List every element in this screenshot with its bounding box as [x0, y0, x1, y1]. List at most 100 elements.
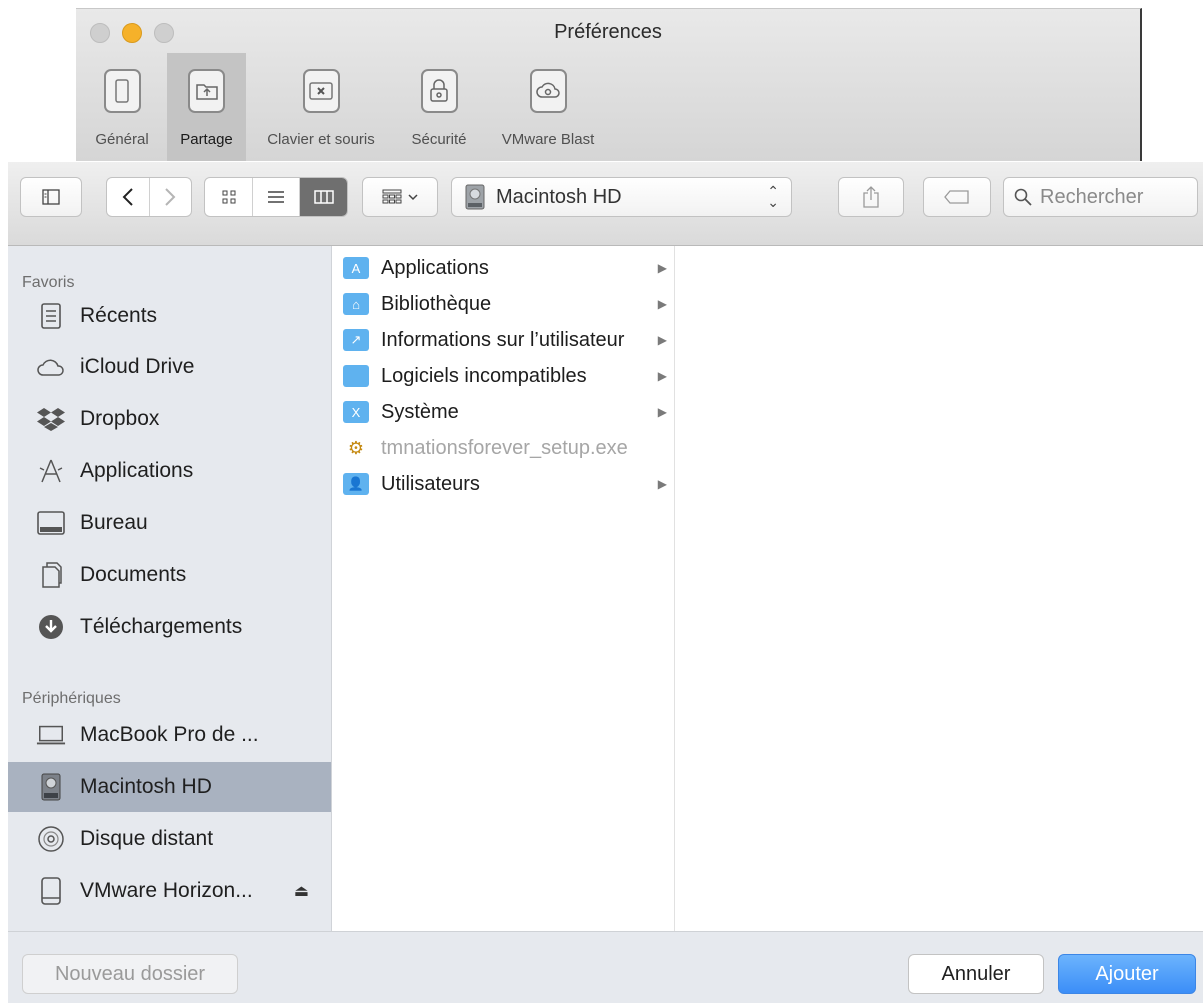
- chevron-right-icon: [165, 188, 176, 206]
- phone-icon: [103, 69, 141, 113]
- gear-icon: ⚙: [347, 437, 365, 458]
- library-folder-icon: ⌂: [343, 293, 369, 315]
- sidebar-item-documents[interactable]: Documents: [8, 550, 331, 600]
- icon-view-button[interactable]: [205, 178, 253, 216]
- cancel-button[interactable]: Annuler: [908, 954, 1044, 994]
- sidebar-item-macbook[interactable]: MacBook Pro de ...: [8, 710, 331, 760]
- folder-icon: [343, 365, 369, 387]
- sidebar-item-remote-disc[interactable]: Disque distant: [8, 814, 331, 864]
- list-item[interactable]: Logiciels incompatibles ▶: [333, 358, 675, 394]
- hard-drive-icon: [465, 184, 485, 210]
- tab-label: Général: [95, 131, 149, 148]
- search-field[interactable]: Rechercher: [1003, 177, 1198, 217]
- sidebar-item-vmware-horizon[interactable]: VMware Horizon... ⏏: [8, 866, 331, 916]
- sidebar-item-label: Disque distant: [80, 827, 214, 850]
- column-view-button[interactable]: [300, 178, 347, 216]
- sidebar-item-macintosh-hd[interactable]: Macintosh HD: [8, 762, 331, 812]
- sidebar-item-label: Macintosh HD: [80, 775, 212, 798]
- grid-icon: [222, 190, 235, 204]
- download-icon: [36, 612, 66, 642]
- list-item[interactable]: X Système ▶: [333, 394, 675, 430]
- chevron-left-icon: [122, 188, 133, 206]
- hard-drive-icon: [36, 772, 66, 802]
- tab-label: Partage: [180, 131, 233, 148]
- sidebar-item-label: Récents: [80, 304, 158, 327]
- sidebar-item-label: Bureau: [80, 511, 148, 534]
- updown-arrows-icon: ⌃ ⌄: [767, 183, 779, 210]
- back-button[interactable]: [107, 178, 150, 216]
- disclosure-arrow-icon: ▶: [657, 333, 667, 347]
- sidebar-item-dropbox[interactable]: Dropbox: [8, 394, 331, 444]
- empty-column: [676, 246, 1203, 931]
- sidebar-icon: [42, 189, 60, 205]
- sidebar-item-label: MacBook Pro de ...: [80, 723, 259, 746]
- sidebar-item-applications[interactable]: Applications: [8, 446, 331, 496]
- tab-keyboard-mouse[interactable]: Clavier et souris: [252, 53, 390, 161]
- location-label: Macintosh HD: [496, 185, 622, 208]
- disclosure-arrow-icon: ▶: [657, 369, 667, 383]
- sidebar-toggle-button[interactable]: [20, 177, 82, 217]
- sidebar-item-label: Applications: [80, 459, 194, 482]
- cloud-icon: [529, 69, 567, 113]
- new-folder-button[interactable]: Nouveau dossier: [22, 954, 238, 994]
- file-name: Bibliothèque: [381, 292, 492, 315]
- disclosure-arrow-icon: ▶: [657, 261, 667, 275]
- alias-folder-icon: ↗: [343, 329, 369, 351]
- tab-general[interactable]: Général: [82, 53, 162, 161]
- forward-button[interactable]: [150, 178, 192, 216]
- location-popup[interactable]: Macintosh HD ⌃ ⌄: [451, 177, 792, 217]
- file-column: A Applications ▶ ⌂ Bibliothèque ▶ ↗ Info…: [333, 246, 675, 931]
- sidebar-item-label: iCloud Drive: [80, 355, 195, 378]
- add-button[interactable]: Ajouter: [1058, 954, 1196, 994]
- sidebar-item-label: VMware Horizon...: [80, 879, 253, 902]
- applications-folder-icon: A: [343, 257, 369, 279]
- file-name: Informations sur l’utilisateur: [381, 328, 625, 351]
- sidebar-item-label: Dropbox: [80, 407, 160, 430]
- tab-sharing[interactable]: Partage: [167, 53, 246, 161]
- file-name: Applications: [381, 256, 489, 279]
- cloud-icon: [36, 352, 66, 382]
- nav-buttons: [106, 177, 192, 217]
- file-name: tmnationsforever_setup.exe: [381, 436, 628, 459]
- laptop-icon: [36, 720, 66, 750]
- list-item[interactable]: ↗ Informations sur l’utilisateur ▶: [333, 322, 675, 358]
- tags-button[interactable]: [923, 177, 991, 217]
- tab-label: Clavier et souris: [267, 131, 375, 148]
- list-item[interactable]: ⚙ tmnationsforever_setup.exe: [333, 430, 675, 466]
- applications-icon: [36, 456, 66, 486]
- share-button[interactable]: [838, 177, 904, 217]
- share-icon: [863, 186, 879, 208]
- sidebar-item-icloud[interactable]: iCloud Drive: [8, 342, 331, 392]
- devices-header: Périphériques: [22, 690, 121, 707]
- disclosure-arrow-icon: ▶: [657, 405, 667, 419]
- sidebar-item-downloads[interactable]: Téléchargements: [8, 602, 331, 652]
- open-dialog: Macintosh HD ⌃ ⌄ Rechercher Favoris Récen…: [8, 162, 1203, 1003]
- recents-icon: [36, 301, 66, 331]
- window-title: Préférences: [554, 21, 662, 43]
- sidebar-item-recents[interactable]: Récents: [8, 291, 331, 341]
- dropbox-icon: [36, 404, 66, 434]
- sidebar-item-desktop[interactable]: Bureau: [8, 498, 331, 548]
- tab-label: VMware Blast: [501, 131, 595, 148]
- tag-icon: [944, 190, 969, 204]
- users-folder-icon: 👤: [343, 473, 369, 495]
- eject-icon[interactable]: ⏏: [294, 881, 309, 901]
- keyboard-icon: [302, 69, 340, 113]
- search-icon: [1014, 188, 1032, 206]
- list-item[interactable]: ⌂ Bibliothèque ▶: [333, 286, 675, 322]
- tab-label: Sécurité: [411, 131, 467, 148]
- file-name: Utilisateurs: [381, 472, 480, 495]
- tab-security[interactable]: Sécurité: [398, 53, 480, 161]
- toolbar: Macintosh HD ⌃ ⌄ Rechercher: [8, 162, 1203, 246]
- list-item[interactable]: A Applications ▶: [333, 250, 675, 286]
- arrange-menu-button[interactable]: [362, 177, 438, 217]
- list-item[interactable]: 👤 Utilisateurs ▶: [333, 466, 675, 502]
- arrange-grid-icon: [382, 189, 402, 204]
- lock-icon: [420, 69, 458, 113]
- screen: Préférences Général Partage Clavier et s…: [0, 0, 1203, 1003]
- view-mode-control: [204, 177, 348, 217]
- file-name: Système: [381, 400, 459, 423]
- list-icon: [268, 191, 284, 203]
- tab-vmware-blast[interactable]: VMware Blast: [488, 53, 608, 161]
- list-view-button[interactable]: [253, 178, 300, 216]
